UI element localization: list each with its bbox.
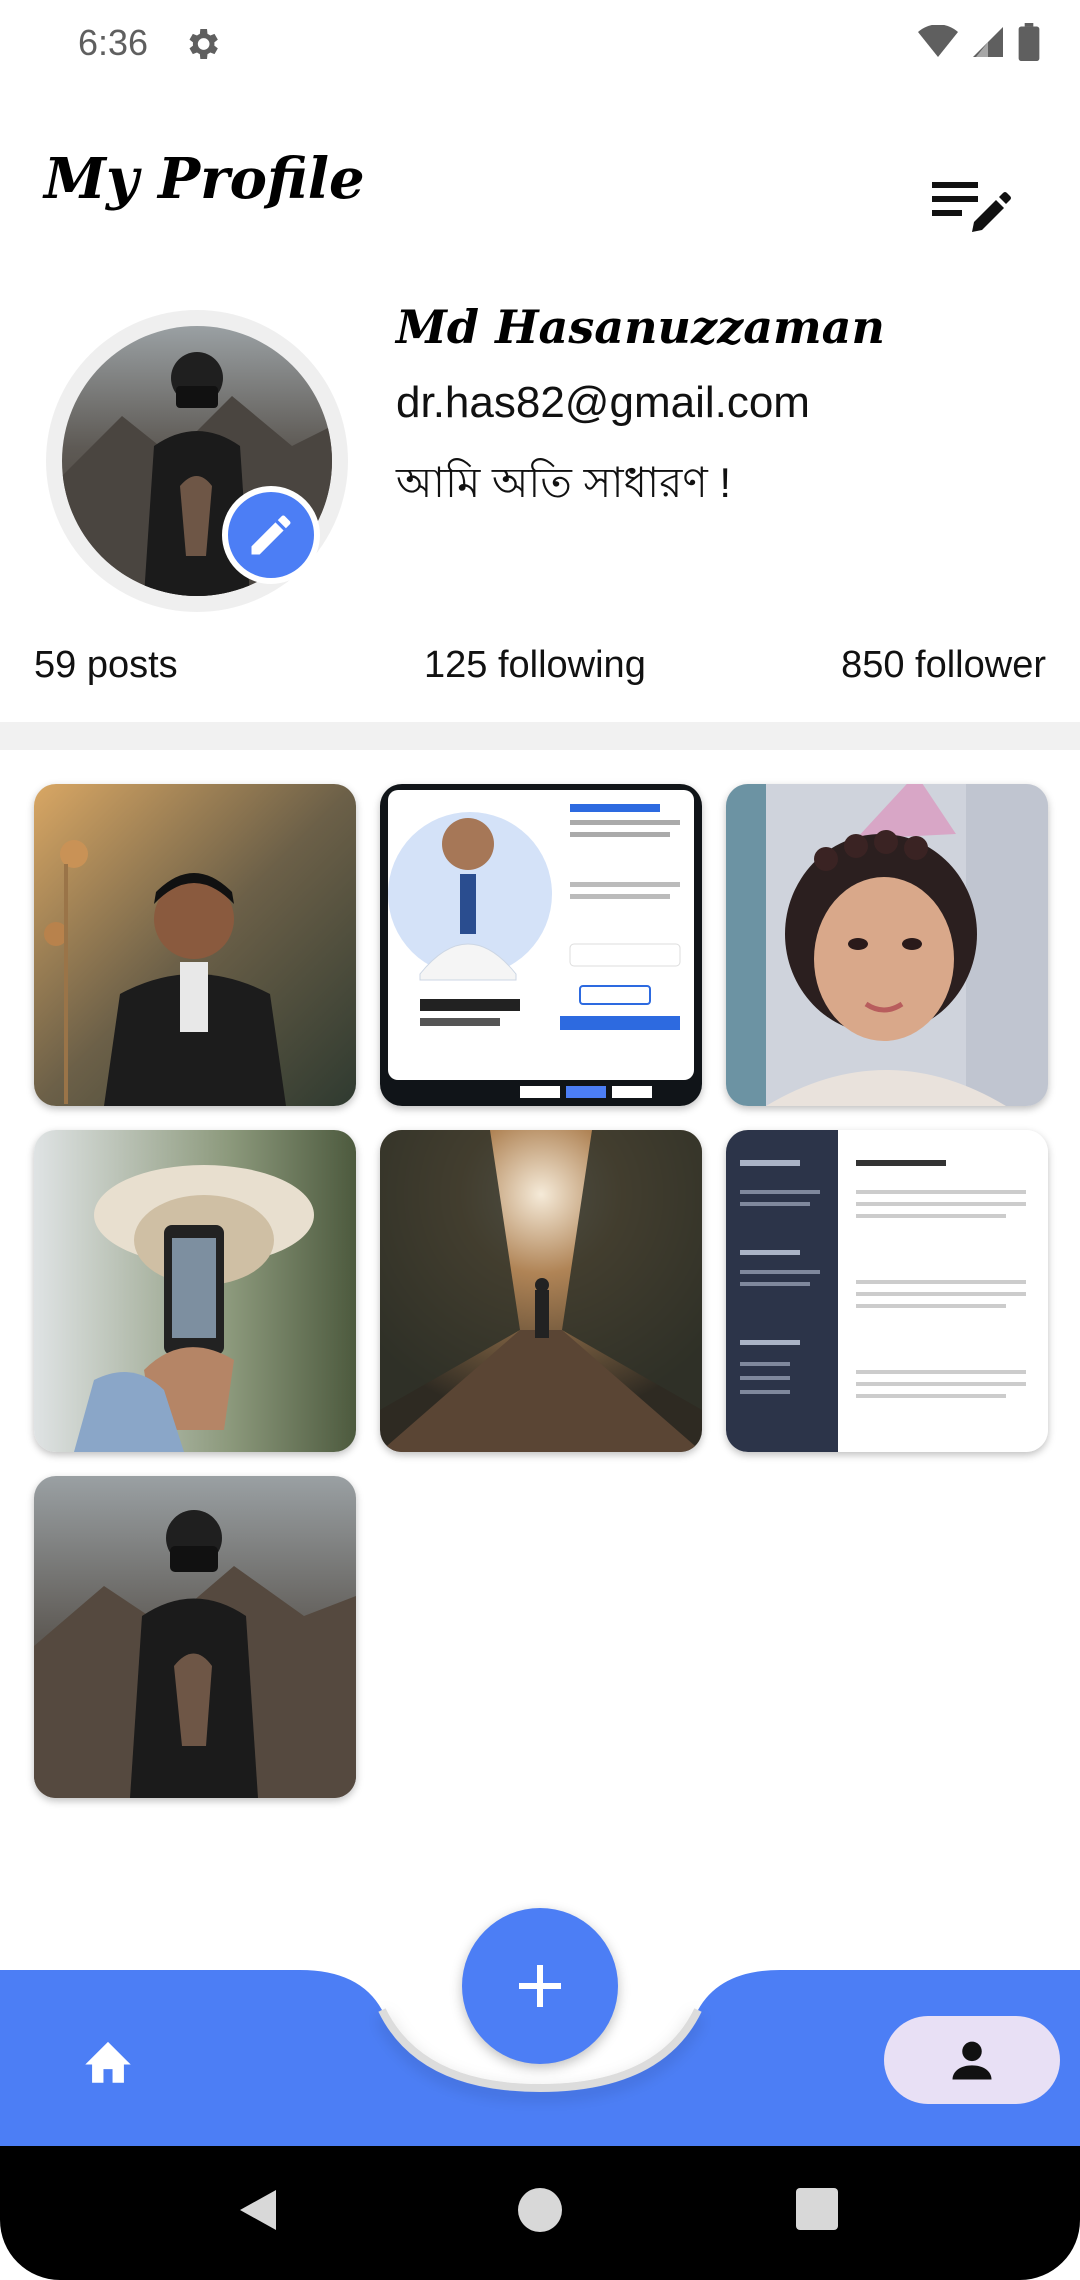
edit-profile-button[interactable] (920, 150, 1020, 250)
home-circle-icon[interactable] (518, 2188, 562, 2232)
post-thumbnail[interactable] (726, 1130, 1048, 1452)
home-icon (85, 2041, 131, 2083)
add-post-button[interactable] (462, 1908, 618, 2064)
following-count[interactable]: 125 following (424, 644, 646, 687)
profile-bio: আমি অতি সাধারণ ! (396, 459, 732, 506)
follower-count[interactable]: 850 follower (841, 644, 1046, 687)
gear-icon (182, 24, 222, 64)
back-icon[interactable] (236, 2188, 280, 2232)
recents-icon[interactable] (796, 2188, 838, 2230)
page-title: My Profile (44, 146, 365, 212)
section-divider (0, 722, 1080, 750)
profile-header: Md Hasanuzzaman dr.has82@gmail.com আমি অ… (0, 300, 1080, 630)
post-thumbnail[interactable] (380, 1130, 702, 1452)
app-bar: My Profile (0, 130, 1080, 240)
post-thumbnail[interactable] (34, 1476, 356, 1798)
profile-email: dr.has82@gmail.com (396, 378, 810, 427)
person-icon (952, 2041, 992, 2080)
system-nav-bar (0, 2146, 1080, 2280)
nav-home-button[interactable] (68, 2028, 148, 2092)
post-thumbnail[interactable] (34, 784, 356, 1106)
edit-list-icon (932, 182, 1011, 232)
post-thumbnail[interactable] (380, 784, 702, 1106)
post-thumbnail[interactable] (34, 1130, 356, 1452)
profile-name: Md Hasanuzzaman (396, 300, 885, 354)
posts-count[interactable]: 59 posts (34, 644, 178, 687)
status-bar: 6:36 (0, 0, 1080, 90)
profile-stats: 59 posts 125 following 850 follower (0, 644, 1080, 704)
post-thumbnail[interactable] (726, 784, 1048, 1106)
wifi-icon (918, 23, 958, 64)
plus-icon (519, 1965, 561, 2007)
battery-icon (1018, 22, 1040, 66)
cell-signal-icon (970, 24, 1006, 65)
edit-avatar-button[interactable] (222, 486, 320, 584)
pencil-icon (251, 515, 291, 555)
nav-profile-button[interactable] (884, 2016, 1060, 2104)
status-time: 6:36 (78, 22, 149, 63)
